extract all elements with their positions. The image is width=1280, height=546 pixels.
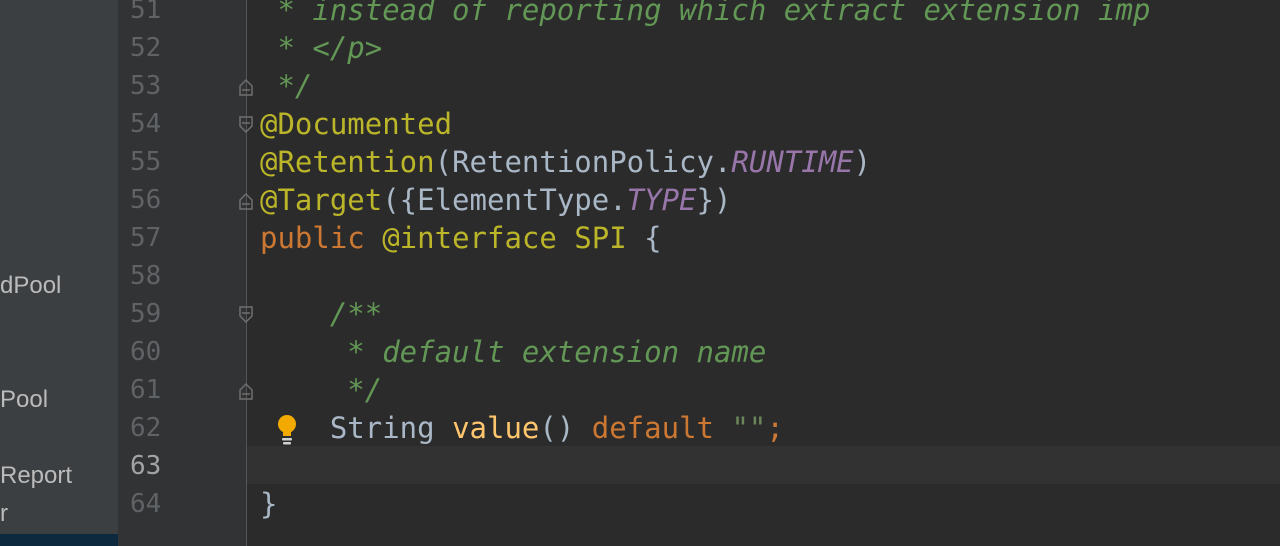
code-line[interactable]: * </p>: [260, 29, 382, 67]
code-line[interactable]: public @interface SPI {: [260, 219, 662, 257]
lightbulb-icon[interactable]: [274, 412, 300, 446]
code-line[interactable]: * default extension name: [260, 333, 766, 371]
code-token: ;: [766, 411, 784, 445]
line-number: 56: [130, 185, 162, 215]
code-line[interactable]: @Documented: [260, 105, 452, 143]
code-line[interactable]: @Retention(RetentionPolicy.RUNTIME): [260, 143, 871, 181]
code-line[interactable]: */: [260, 371, 382, 409]
code-token: @Retention: [260, 145, 435, 179]
sidebar-item-report[interactable]: Report: [0, 462, 72, 490]
line-number: 64: [130, 489, 162, 519]
fold-marker-icon[interactable]: [237, 190, 255, 212]
fold-marker-icon[interactable]: [237, 304, 255, 326]
code-line[interactable]: String value() default "";: [260, 409, 784, 447]
line-number: 59: [130, 299, 162, 329]
code-token: @interface: [364, 221, 557, 255]
code-line[interactable]: /**: [260, 295, 382, 333]
fold-marker-icon[interactable]: [237, 380, 255, 402]
code-token: {: [626, 221, 662, 255]
code-token: "": [713, 411, 767, 445]
line-number: 58: [130, 261, 162, 291]
code-token: @Target: [260, 183, 383, 217]
code-token: (RetentionPolicy.: [434, 145, 732, 179]
code-token: default: [591, 411, 714, 445]
line-number: 52: [130, 33, 162, 63]
fold-marker-icon[interactable]: [237, 76, 255, 98]
sidebar-selection: [0, 534, 118, 546]
code-token: TYPE: [626, 183, 697, 217]
line-number-current: 63: [130, 451, 162, 481]
code-line[interactable]: }: [260, 485, 277, 523]
line-number: 61: [130, 375, 162, 405]
code-token: value: [452, 411, 540, 445]
code-line[interactable]: * instead of reporting which extract ext…: [260, 0, 1150, 29]
current-line-highlight: [247, 446, 1280, 484]
code-token: ({ElementType.: [382, 183, 627, 217]
line-number: 54: [130, 109, 162, 139]
code-line[interactable]: */: [260, 67, 312, 105]
line-number: 62: [130, 413, 162, 443]
sidebar-item-threadpool[interactable]: dPool: [0, 272, 61, 300]
line-number: 51: [130, 0, 162, 25]
sidebar-item-r[interactable]: r: [0, 500, 8, 528]
code-token: }): [696, 183, 732, 217]
code-token: ): [853, 145, 872, 179]
code-token: SPI: [556, 221, 627, 255]
fold-marker-icon[interactable]: [237, 114, 255, 136]
code-token: RUNTIME: [731, 145, 854, 179]
line-number: 53: [130, 71, 162, 101]
line-number: 60: [130, 337, 162, 367]
code-token: (): [539, 411, 592, 445]
code-token: public: [260, 221, 365, 255]
line-number: 55: [130, 147, 162, 177]
line-number: 57: [130, 223, 162, 253]
code-line[interactable]: @Target({ElementType.TYPE}): [260, 181, 731, 219]
sidebar-item-pool[interactable]: Pool: [0, 386, 48, 414]
project-sidebar: dPool Pool Report r: [0, 0, 118, 546]
